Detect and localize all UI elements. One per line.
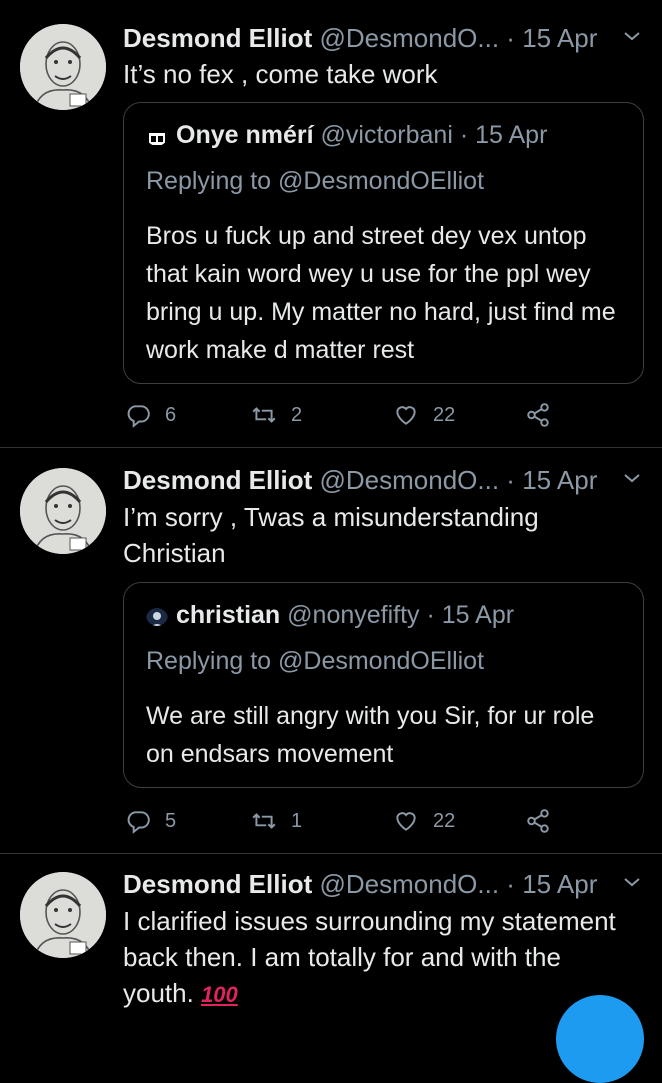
chevron-down-icon[interactable] (620, 24, 644, 48)
separator-dot: · (426, 601, 435, 629)
tweet-text: It’s no fex , come take work (123, 59, 438, 89)
tweet-text: I’m sorry , Twas a misunderstanding Chri… (123, 502, 539, 568)
reply-button[interactable]: 6 (125, 400, 176, 430)
author-avatar[interactable] (20, 872, 106, 958)
quoted-text: Bros u fuck up and street dey vex untop … (146, 222, 616, 364)
heart-icon (396, 812, 416, 831)
tweet-text: I clarified issues surrounding my statem… (123, 903, 623, 1013)
quoted-author-avatar (146, 604, 168, 626)
reply-icon (127, 811, 150, 834)
quoted-time: 15 Apr (475, 121, 548, 149)
author-handle[interactable]: @DesmondO... (319, 869, 499, 899)
share-button[interactable] (525, 400, 551, 430)
tweet-actions: 6 2 22 (123, 400, 563, 430)
tweet-2[interactable]: Desmond Elliot @DesmondO... · 15 Apr I’m… (0, 448, 662, 853)
chevron-down-icon[interactable] (620, 466, 644, 490)
quoted-tweet[interactable]: christian @nonyefifty · 15 Apr Replying … (123, 582, 644, 788)
tweet-header: Desmond Elliot @DesmondO... · 15 Apr (123, 20, 644, 56)
reply-button[interactable]: 5 (125, 806, 176, 836)
quoted-tweet-header: christian @nonyefifty · 15 Apr (146, 597, 514, 633)
separator-dot: · (506, 465, 515, 495)
separator-dot: · (506, 23, 515, 53)
author-name[interactable]: Desmond Elliot (123, 23, 312, 53)
tweet-header: Desmond Elliot @DesmondO... · 15 Apr (123, 462, 644, 498)
tweet-time[interactable]: 15 Apr (522, 23, 597, 53)
replying-to: Replying to @DesmondOElliot (146, 647, 485, 675)
reply-count: 6 (165, 403, 177, 426)
like-count: 22 (433, 403, 456, 426)
reply-count: 5 (165, 809, 177, 832)
heart-icon (396, 406, 416, 425)
tweet-text-body: I clarified issues surrounding my statem… (123, 906, 616, 1008)
chevron-down-icon[interactable] (620, 870, 644, 894)
tweet-1[interactable]: Desmond Elliot @DesmondO... · 15 Apr It’… (0, 0, 662, 447)
quoted-text: We are still angry with you Sir, for ur … (146, 702, 595, 768)
retweet-icon (252, 813, 276, 829)
tweet-3[interactable]: Desmond Elliot @DesmondO... · 15 Apr I c… (0, 854, 662, 1024)
author-handle[interactable]: @DesmondO... (319, 465, 499, 495)
avatar-sketch-icon (20, 468, 106, 554)
retweet-button[interactable]: 1 (251, 806, 302, 836)
like-button[interactable]: 22 (393, 806, 455, 836)
retweet-count: 2 (291, 403, 303, 426)
separator-dot: · (459, 121, 469, 149)
quoted-author-name: christian (176, 601, 281, 629)
quoted-tweet[interactable]: Onye nmérí @victorbani · 15 Apr Replying… (123, 102, 644, 384)
share-button[interactable] (525, 806, 551, 836)
quoted-author-handle: @nonyefifty (287, 601, 420, 629)
author-name[interactable]: Desmond Elliot (123, 465, 312, 495)
tweet-header: Desmond Elliot @DesmondO... · 15 Apr (123, 866, 644, 902)
author-name[interactable]: Desmond Elliot (123, 869, 312, 899)
retweet-icon (252, 407, 276, 423)
quoted-author-avatar (146, 124, 168, 146)
replying-to: Replying to @DesmondOElliot (146, 167, 485, 195)
share-icon (527, 403, 549, 427)
share-icon (527, 809, 549, 833)
hundred-points-icon: 100 (201, 982, 238, 1007)
separator-dot: · (506, 869, 515, 899)
tweet-actions: 5 1 22 (123, 806, 563, 836)
like-count: 22 (433, 809, 456, 832)
retweet-count: 1 (291, 809, 303, 832)
retweet-button[interactable]: 2 (251, 400, 302, 430)
tweet-time[interactable]: 15 Apr (522, 465, 597, 495)
author-avatar[interactable] (20, 24, 106, 110)
like-button[interactable]: 22 (393, 400, 455, 430)
avatar-sketch-icon (20, 24, 106, 110)
author-avatar[interactable] (20, 468, 106, 554)
quoted-author-handle: @victorbani (320, 121, 453, 149)
reply-icon (127, 405, 150, 428)
quoted-time: 15 Apr (441, 601, 515, 629)
tweet-time[interactable]: 15 Apr (522, 869, 597, 899)
quoted-tweet-header: Onye nmérí @victorbani · 15 Apr (146, 117, 547, 153)
quoted-author-name: Onye nmérí (176, 121, 314, 149)
compose-button[interactable] (556, 995, 644, 1083)
author-handle[interactable]: @DesmondO... (319, 23, 499, 53)
avatar-sketch-icon (20, 872, 106, 958)
